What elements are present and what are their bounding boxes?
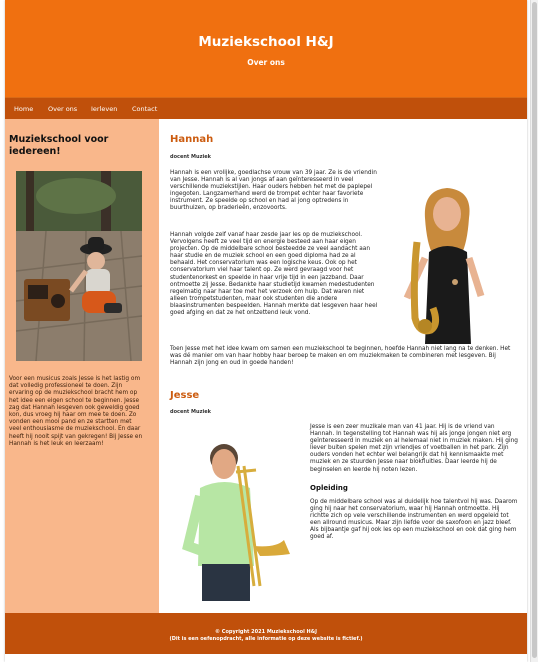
jesse-subheading: Opleiding	[310, 484, 348, 492]
jesse-paragraph-2: Op de middelbare school was al duidelijk…	[310, 499, 518, 541]
site-footer: © Copyright 2021 Muziekschool H&J (Dit i…	[5, 613, 527, 654]
page-subtitle: Over ons	[247, 58, 285, 67]
nav-home[interactable]: Home	[14, 105, 33, 113]
footer-copyright: © Copyright 2021 Muziekschool H&J	[215, 629, 317, 635]
nav-over-ons[interactable]: Over ons	[48, 105, 77, 113]
site-title: Muziekschool H&J	[198, 34, 334, 50]
scrollbar-thumb[interactable]	[532, 2, 537, 658]
vertical-scrollbar[interactable]	[530, 0, 538, 662]
jesse-paragraph-1: Jesse is een zeer muzikale man van 41 ja…	[310, 424, 518, 473]
hannah-saxophone-photo	[395, 178, 499, 344]
sidebar-text: Voor een musicus zoals Jesse is het last…	[9, 376, 143, 447]
hannah-paragraph-1: Hannah is een vrolijke, goedlachse vrouw…	[170, 170, 377, 212]
hannah-role: docent Muziek	[170, 154, 211, 160]
hannah-paragraph-2: Hannah volgde zelf vanaf haar zesde jaar…	[170, 232, 378, 317]
jesse-trombone-photo	[180, 436, 292, 601]
site-header: Muziekschool H&J Over ons	[5, 0, 527, 97]
nav-contact[interactable]: Contact	[132, 105, 157, 113]
child-with-radio-photo	[16, 171, 142, 361]
hannah-heading: Hannah	[170, 134, 214, 145]
jesse-heading: Jesse	[170, 390, 200, 401]
sidebar-title: Muziekschool voor iedereen!	[9, 134, 109, 157]
footer-disclaimer: (Dit is een oefenopdracht, alle informat…	[169, 636, 363, 642]
nav-bar: Home Over ons Ierleven Contact	[5, 97, 527, 119]
jesse-role: docent Muziek	[170, 409, 211, 415]
hannah-paragraph-3: Toen Jesse met het idee kwam om samen ee…	[170, 346, 511, 367]
nav-ierleven[interactable]: Ierleven	[91, 105, 117, 113]
